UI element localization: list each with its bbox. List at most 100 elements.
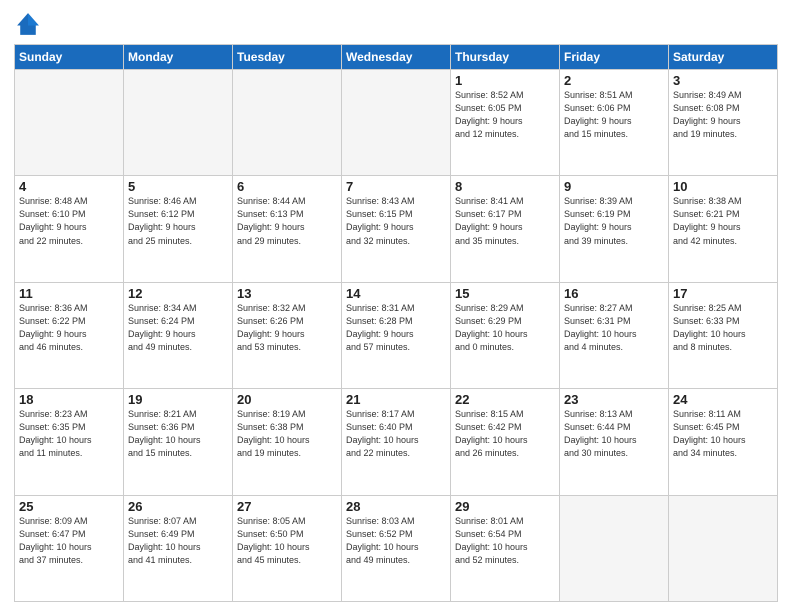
calendar-week-row: 4Sunrise: 8:48 AMSunset: 6:10 PMDaylight… <box>15 176 778 282</box>
weekday-header-monday: Monday <box>124 45 233 70</box>
weekday-header-wednesday: Wednesday <box>342 45 451 70</box>
calendar-cell <box>560 495 669 601</box>
day-info: Sunrise: 8:38 AMSunset: 6:21 PMDaylight:… <box>673 195 773 247</box>
calendar-cell: 26Sunrise: 8:07 AMSunset: 6:49 PMDayligh… <box>124 495 233 601</box>
day-number: 19 <box>128 392 228 407</box>
day-info: Sunrise: 8:01 AMSunset: 6:54 PMDaylight:… <box>455 515 555 567</box>
day-info: Sunrise: 8:03 AMSunset: 6:52 PMDaylight:… <box>346 515 446 567</box>
weekday-header-row: SundayMondayTuesdayWednesdayThursdayFrid… <box>15 45 778 70</box>
day-info: Sunrise: 8:52 AMSunset: 6:05 PMDaylight:… <box>455 89 555 141</box>
day-info: Sunrise: 8:13 AMSunset: 6:44 PMDaylight:… <box>564 408 664 460</box>
calendar-week-row: 11Sunrise: 8:36 AMSunset: 6:22 PMDayligh… <box>15 282 778 388</box>
calendar-cell: 15Sunrise: 8:29 AMSunset: 6:29 PMDayligh… <box>451 282 560 388</box>
calendar-cell: 6Sunrise: 8:44 AMSunset: 6:13 PMDaylight… <box>233 176 342 282</box>
calendar-cell <box>342 70 451 176</box>
day-number: 12 <box>128 286 228 301</box>
calendar-cell <box>669 495 778 601</box>
calendar-cell <box>233 70 342 176</box>
calendar-cell: 20Sunrise: 8:19 AMSunset: 6:38 PMDayligh… <box>233 389 342 495</box>
day-info: Sunrise: 8:21 AMSunset: 6:36 PMDaylight:… <box>128 408 228 460</box>
calendar-cell: 10Sunrise: 8:38 AMSunset: 6:21 PMDayligh… <box>669 176 778 282</box>
calendar-cell: 17Sunrise: 8:25 AMSunset: 6:33 PMDayligh… <box>669 282 778 388</box>
day-number: 1 <box>455 73 555 88</box>
calendar-cell: 16Sunrise: 8:27 AMSunset: 6:31 PMDayligh… <box>560 282 669 388</box>
day-number: 22 <box>455 392 555 407</box>
day-info: Sunrise: 8:41 AMSunset: 6:17 PMDaylight:… <box>455 195 555 247</box>
weekday-header-thursday: Thursday <box>451 45 560 70</box>
day-number: 23 <box>564 392 664 407</box>
calendar-cell: 13Sunrise: 8:32 AMSunset: 6:26 PMDayligh… <box>233 282 342 388</box>
calendar-cell: 5Sunrise: 8:46 AMSunset: 6:12 PMDaylight… <box>124 176 233 282</box>
day-info: Sunrise: 8:17 AMSunset: 6:40 PMDaylight:… <box>346 408 446 460</box>
calendar-cell: 23Sunrise: 8:13 AMSunset: 6:44 PMDayligh… <box>560 389 669 495</box>
calendar-week-row: 18Sunrise: 8:23 AMSunset: 6:35 PMDayligh… <box>15 389 778 495</box>
day-info: Sunrise: 8:15 AMSunset: 6:42 PMDaylight:… <box>455 408 555 460</box>
calendar-cell: 3Sunrise: 8:49 AMSunset: 6:08 PMDaylight… <box>669 70 778 176</box>
calendar-cell: 24Sunrise: 8:11 AMSunset: 6:45 PMDayligh… <box>669 389 778 495</box>
day-info: Sunrise: 8:43 AMSunset: 6:15 PMDaylight:… <box>346 195 446 247</box>
weekday-header-saturday: Saturday <box>669 45 778 70</box>
calendar-cell: 18Sunrise: 8:23 AMSunset: 6:35 PMDayligh… <box>15 389 124 495</box>
calendar-cell: 8Sunrise: 8:41 AMSunset: 6:17 PMDaylight… <box>451 176 560 282</box>
day-number: 26 <box>128 499 228 514</box>
day-info: Sunrise: 8:39 AMSunset: 6:19 PMDaylight:… <box>564 195 664 247</box>
day-info: Sunrise: 8:25 AMSunset: 6:33 PMDaylight:… <box>673 302 773 354</box>
weekday-header-tuesday: Tuesday <box>233 45 342 70</box>
day-number: 4 <box>19 179 119 194</box>
day-info: Sunrise: 8:31 AMSunset: 6:28 PMDaylight:… <box>346 302 446 354</box>
day-number: 16 <box>564 286 664 301</box>
day-info: Sunrise: 8:51 AMSunset: 6:06 PMDaylight:… <box>564 89 664 141</box>
day-number: 11 <box>19 286 119 301</box>
day-number: 10 <box>673 179 773 194</box>
calendar-cell <box>124 70 233 176</box>
day-info: Sunrise: 8:29 AMSunset: 6:29 PMDaylight:… <box>455 302 555 354</box>
day-number: 29 <box>455 499 555 514</box>
calendar-week-row: 25Sunrise: 8:09 AMSunset: 6:47 PMDayligh… <box>15 495 778 601</box>
day-number: 5 <box>128 179 228 194</box>
calendar-cell: 14Sunrise: 8:31 AMSunset: 6:28 PMDayligh… <box>342 282 451 388</box>
day-info: Sunrise: 8:32 AMSunset: 6:26 PMDaylight:… <box>237 302 337 354</box>
calendar-cell: 19Sunrise: 8:21 AMSunset: 6:36 PMDayligh… <box>124 389 233 495</box>
calendar-cell: 1Sunrise: 8:52 AMSunset: 6:05 PMDaylight… <box>451 70 560 176</box>
day-number: 15 <box>455 286 555 301</box>
calendar-cell: 4Sunrise: 8:48 AMSunset: 6:10 PMDaylight… <box>15 176 124 282</box>
calendar-week-row: 1Sunrise: 8:52 AMSunset: 6:05 PMDaylight… <box>15 70 778 176</box>
day-number: 21 <box>346 392 446 407</box>
day-number: 13 <box>237 286 337 301</box>
day-number: 9 <box>564 179 664 194</box>
calendar-cell: 2Sunrise: 8:51 AMSunset: 6:06 PMDaylight… <box>560 70 669 176</box>
day-number: 8 <box>455 179 555 194</box>
logo-icon <box>14 10 42 38</box>
page: SundayMondayTuesdayWednesdayThursdayFrid… <box>0 0 792 612</box>
day-info: Sunrise: 8:44 AMSunset: 6:13 PMDaylight:… <box>237 195 337 247</box>
day-info: Sunrise: 8:05 AMSunset: 6:50 PMDaylight:… <box>237 515 337 567</box>
day-number: 24 <box>673 392 773 407</box>
day-info: Sunrise: 8:27 AMSunset: 6:31 PMDaylight:… <box>564 302 664 354</box>
day-number: 28 <box>346 499 446 514</box>
calendar-cell: 29Sunrise: 8:01 AMSunset: 6:54 PMDayligh… <box>451 495 560 601</box>
day-number: 14 <box>346 286 446 301</box>
day-number: 3 <box>673 73 773 88</box>
day-number: 6 <box>237 179 337 194</box>
day-number: 17 <box>673 286 773 301</box>
calendar-cell: 7Sunrise: 8:43 AMSunset: 6:15 PMDaylight… <box>342 176 451 282</box>
day-info: Sunrise: 8:46 AMSunset: 6:12 PMDaylight:… <box>128 195 228 247</box>
calendar-cell: 12Sunrise: 8:34 AMSunset: 6:24 PMDayligh… <box>124 282 233 388</box>
day-number: 20 <box>237 392 337 407</box>
calendar: SundayMondayTuesdayWednesdayThursdayFrid… <box>14 44 778 602</box>
header <box>14 10 778 38</box>
weekday-header-friday: Friday <box>560 45 669 70</box>
calendar-cell: 22Sunrise: 8:15 AMSunset: 6:42 PMDayligh… <box>451 389 560 495</box>
day-info: Sunrise: 8:34 AMSunset: 6:24 PMDaylight:… <box>128 302 228 354</box>
day-info: Sunrise: 8:19 AMSunset: 6:38 PMDaylight:… <box>237 408 337 460</box>
day-info: Sunrise: 8:07 AMSunset: 6:49 PMDaylight:… <box>128 515 228 567</box>
day-number: 25 <box>19 499 119 514</box>
day-number: 27 <box>237 499 337 514</box>
calendar-cell: 11Sunrise: 8:36 AMSunset: 6:22 PMDayligh… <box>15 282 124 388</box>
calendar-cell <box>15 70 124 176</box>
day-number: 2 <box>564 73 664 88</box>
day-info: Sunrise: 8:49 AMSunset: 6:08 PMDaylight:… <box>673 89 773 141</box>
day-info: Sunrise: 8:48 AMSunset: 6:10 PMDaylight:… <box>19 195 119 247</box>
calendar-cell: 28Sunrise: 8:03 AMSunset: 6:52 PMDayligh… <box>342 495 451 601</box>
day-number: 18 <box>19 392 119 407</box>
